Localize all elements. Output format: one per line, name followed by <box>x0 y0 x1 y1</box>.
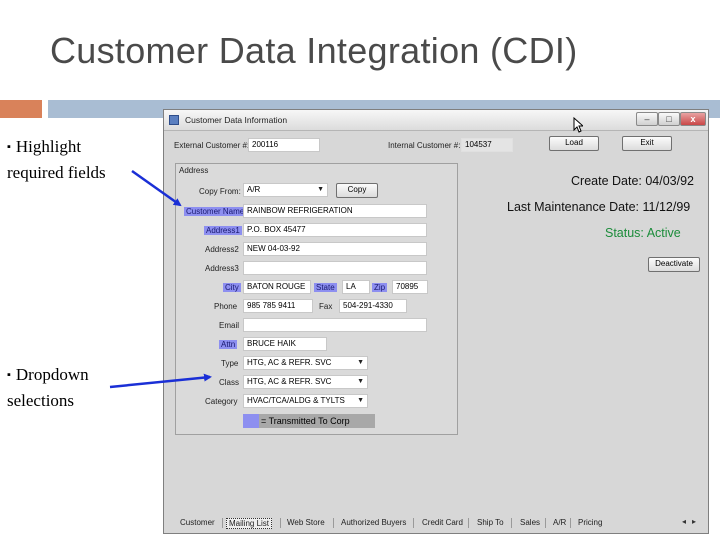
chevron-down-icon: ▼ <box>357 397 364 404</box>
fax-label: Fax <box>319 302 333 311</box>
chevron-down-icon: ▼ <box>357 359 364 366</box>
email-field[interactable] <box>243 318 427 332</box>
attn-field[interactable]: BRUCE HAIK <box>243 337 327 351</box>
last-maintenance-date: Last Maintenance Date: 11/12/99 <box>507 200 691 214</box>
tab-divider <box>570 518 571 528</box>
city-label: City <box>223 283 241 292</box>
copy-from-dropdown[interactable]: A/R ▼ <box>243 183 328 197</box>
tab-divider <box>222 518 223 528</box>
window-titlebar[interactable]: Customer Data Information – □ x <box>164 110 708 131</box>
accent-bar-orange <box>0 100 42 118</box>
copy-button[interactable]: Copy <box>336 183 378 198</box>
required-highlight: Customer Name <box>184 207 247 216</box>
city-field[interactable]: BATON ROUGE <box>243 280 311 294</box>
tab-divider <box>468 518 469 528</box>
external-customer-label: External Customer #: <box>174 141 250 150</box>
type-label: Type <box>221 359 239 368</box>
zip-label: Zip <box>372 283 388 292</box>
address-group-label: Address <box>179 166 209 175</box>
tab-sales[interactable]: Sales <box>520 518 540 527</box>
tab-ship-to[interactable]: Ship To <box>477 518 504 527</box>
address3-label: Address3 <box>205 264 239 273</box>
customer-name-label: Customer Name <box>184 207 247 216</box>
address2-field[interactable]: NEW 04-03-92 <box>243 242 427 256</box>
tab-divider <box>280 518 281 528</box>
phone-label: Phone <box>214 302 238 311</box>
tab-divider <box>511 518 512 528</box>
address1-field[interactable]: P.O. BOX 45477 <box>243 223 427 237</box>
status-badge: Status: Active <box>605 226 681 240</box>
copy-from-label: Copy From: <box>199 187 241 196</box>
fax-field[interactable]: 504-291-4330 <box>339 299 407 313</box>
tab-divider <box>333 518 334 528</box>
copy-from-value: A/R <box>247 185 261 194</box>
type-dropdown[interactable]: HTG, AC & REFR. SVC ▼ <box>243 356 368 370</box>
required-highlight: Address1 <box>204 226 242 235</box>
tab-ar[interactable]: A/R <box>553 518 566 527</box>
customer-data-window: Customer Data Information – □ x External… <box>163 109 709 534</box>
app-icon <box>169 115 179 125</box>
legend-swatch <box>243 414 259 428</box>
chevron-down-icon: ▼ <box>317 186 324 193</box>
exit-button[interactable]: Exit <box>622 136 672 151</box>
state-label: State <box>314 283 337 292</box>
slide-title: Customer Data Integration (CDI) <box>50 30 578 71</box>
customer-name-field[interactable]: RAINBOW REFRIGERATION <box>243 204 427 218</box>
tab-scroll-right-icon[interactable]: ▸ <box>692 517 696 526</box>
tab-mailing-list[interactable]: Mailing List <box>226 518 273 529</box>
internal-customer-label: Internal Customer #: <box>388 141 461 150</box>
maximize-button[interactable]: □ <box>658 112 680 126</box>
internal-customer-field: 104537 <box>461 138 513 152</box>
address2-label: Address2 <box>205 245 239 254</box>
deactivate-button[interactable]: Deactivate <box>648 257 700 272</box>
close-button[interactable]: x <box>680 112 706 126</box>
tab-authorized-buyers[interactable]: Authorized Buyers <box>341 518 406 527</box>
legend-text: = Transmitted To Corp <box>259 414 375 428</box>
class-label: Class <box>219 378 240 387</box>
class-value: HTG, AC & REFR. SVC <box>247 377 332 386</box>
category-value: HVAC/TCA/ALDG & TYLTS <box>247 396 345 405</box>
create-date: Create Date: 04/03/92 <box>571 174 694 188</box>
minimize-button[interactable]: – <box>636 112 658 126</box>
type-value: HTG, AC & REFR. SVC <box>247 358 332 367</box>
state-field[interactable]: LA <box>342 280 370 294</box>
chevron-down-icon: ▼ <box>357 378 364 385</box>
address1-label: Address1 <box>204 226 242 235</box>
address3-field[interactable] <box>243 261 427 275</box>
required-highlight: Zip <box>372 283 388 292</box>
bullet-square-icon: ▪ <box>7 141 11 153</box>
tab-divider <box>545 518 546 528</box>
tab-web-store[interactable]: Web Store <box>287 518 325 527</box>
window-title: Customer Data Information <box>185 115 288 125</box>
tab-credit-card[interactable]: Credit Card <box>422 518 463 527</box>
tab-pricing[interactable]: Pricing <box>578 518 602 527</box>
tab-scroll-left-icon[interactable]: ◂ <box>682 517 686 526</box>
load-button[interactable]: Load <box>549 136 599 151</box>
phone-field[interactable]: 985 785 9411 <box>243 299 313 313</box>
bullet-text: Highlight required fields <box>7 137 106 182</box>
email-label: Email <box>219 321 240 330</box>
zip-field[interactable]: 70895 <box>392 280 428 294</box>
bullet-highlight-required: ▪ Highlight required fields <box>7 135 137 185</box>
mouse-cursor-icon <box>573 117 583 133</box>
bullet-square-icon: ▪ <box>7 369 11 381</box>
class-dropdown[interactable]: HTG, AC & REFR. SVC ▼ <box>243 375 368 389</box>
bullet-dropdown-selections: ▪ Dropdown selections <box>7 363 127 413</box>
external-customer-field[interactable]: 200116 <box>248 138 320 152</box>
category-dropdown[interactable]: HVAC/TCA/ALDG & TYLTS ▼ <box>243 394 368 408</box>
bullet-text: Dropdown selections <box>7 365 89 410</box>
tab-divider <box>413 518 414 528</box>
tab-bar: Customer Mailing List Web Store Authoriz… <box>170 513 704 531</box>
category-label: Category <box>205 397 238 406</box>
required-highlight: City <box>223 283 241 292</box>
attn-label: Attn <box>219 340 238 349</box>
required-highlight: State <box>314 283 337 292</box>
tab-customer[interactable]: Customer <box>180 518 215 527</box>
required-highlight: Attn <box>219 340 238 349</box>
